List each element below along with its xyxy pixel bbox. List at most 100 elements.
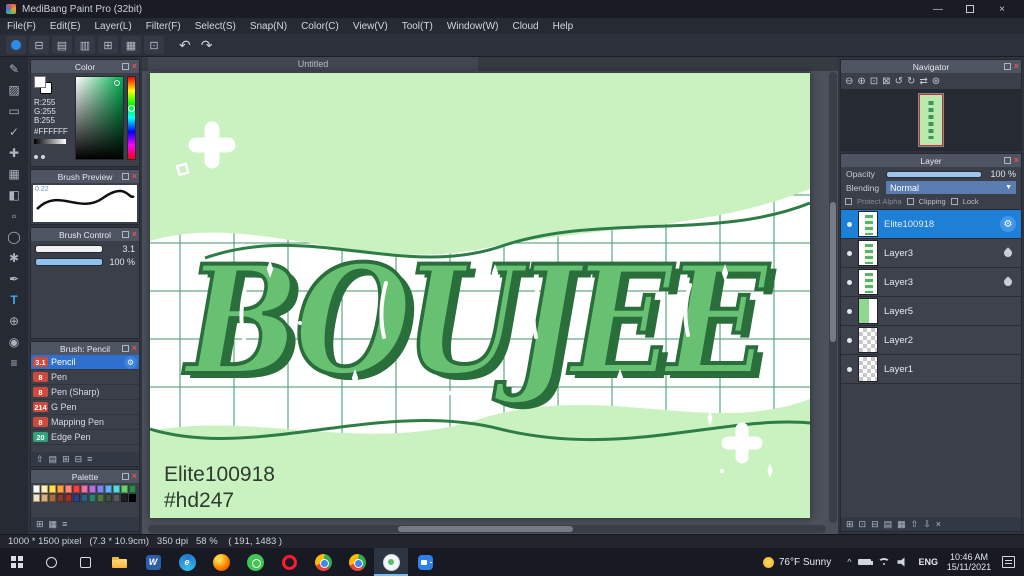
layer-visibility-dot[interactable] xyxy=(847,308,852,314)
menu-color[interactable]: Color(C) xyxy=(294,21,346,32)
canvas-horizontal-scrollbar[interactable] xyxy=(148,525,826,533)
popout-icon[interactable] xyxy=(1003,157,1011,164)
maximize-button[interactable] xyxy=(954,0,986,18)
popout-icon[interactable] xyxy=(121,345,129,352)
palette-swatch[interactable] xyxy=(97,485,104,493)
brush-size-slider[interactable] xyxy=(35,245,103,253)
tool-select[interactable]: ▫ xyxy=(2,206,26,226)
zoom-100-icon[interactable]: ⊠ xyxy=(882,76,890,87)
reset-view-icon[interactable]: ⊛ xyxy=(932,76,940,87)
palette-swatch[interactable] xyxy=(81,494,88,502)
tool-magic-wand[interactable]: ✱ xyxy=(2,248,26,268)
sv-cursor[interactable] xyxy=(114,80,120,86)
menu-snap[interactable]: Snap(N) xyxy=(243,21,294,32)
hue-bar[interactable] xyxy=(127,76,136,160)
menu-select[interactable]: Select(S) xyxy=(188,21,243,32)
menu-edit[interactable]: Edit(E) xyxy=(43,21,88,32)
tool-brush[interactable]: ✎ xyxy=(2,59,26,79)
palette-swatch[interactable] xyxy=(57,485,64,493)
medibang-taskbar-icon[interactable] xyxy=(374,548,408,576)
brush-opacity-slider[interactable] xyxy=(35,258,103,266)
palette-swatch[interactable] xyxy=(129,494,136,502)
start-button[interactable] xyxy=(0,548,34,576)
rotate-left-icon[interactable]: ↺ xyxy=(895,76,903,87)
tool-select-rect[interactable]: ▭ xyxy=(2,101,26,121)
rotate-right-icon[interactable]: ↻ xyxy=(907,76,915,87)
close-icon[interactable]: × xyxy=(1014,62,1019,71)
blending-dropdown[interactable]: Normal ▼ xyxy=(886,181,1016,194)
menu-cloud[interactable]: Cloud xyxy=(505,21,545,32)
palette-swatch[interactable] xyxy=(49,485,56,493)
palette-swatch[interactable] xyxy=(41,485,48,493)
save-icon[interactable]: ⊟ xyxy=(29,36,49,54)
opera-icon[interactable] xyxy=(272,548,306,576)
layer-down-icon[interactable]: ⇩ xyxy=(923,519,931,530)
merge-layer-icon[interactable]: ⊟ xyxy=(871,519,879,530)
menu-window[interactable]: Window(W) xyxy=(440,21,506,32)
chrome-profile2-icon[interactable] xyxy=(340,548,374,576)
popout-icon[interactable] xyxy=(121,473,129,480)
zoom-in-icon[interactable]: ⊕ xyxy=(857,76,865,87)
primary-color-button[interactable] xyxy=(6,36,26,54)
delete-color-icon[interactable]: ▦ xyxy=(49,519,58,530)
palette-swatch[interactable] xyxy=(113,485,120,493)
close-icon[interactable]: × xyxy=(132,62,137,71)
close-icon[interactable]: × xyxy=(1014,156,1019,165)
lock-checkbox[interactable] xyxy=(950,198,958,205)
brush-row[interactable]: 8 Pen ⚙ xyxy=(31,370,139,385)
foreground-color-swatch[interactable] xyxy=(34,76,46,88)
palette-menu-icon[interactable]: ≡ xyxy=(62,519,67,529)
tool-snap[interactable]: ✓ xyxy=(2,122,26,142)
message-icon[interactable]: ▤ xyxy=(52,36,72,54)
layer-visibility-dot[interactable] xyxy=(847,221,852,227)
brush-settings-gear-icon[interactable]: ⚙ xyxy=(124,355,137,369)
canvas-vertical-scrollbar[interactable] xyxy=(829,72,837,523)
layer-visibility-dot[interactable] xyxy=(847,250,852,256)
hue-cursor[interactable] xyxy=(128,105,135,112)
navigator-preview[interactable] xyxy=(841,89,1021,150)
tool-lasso[interactable]: ◯ xyxy=(2,227,26,247)
palette-swatch[interactable] xyxy=(73,494,80,502)
brush-row[interactable]: 214 G Pen ⚙ xyxy=(31,400,139,415)
popout-icon[interactable] xyxy=(121,63,129,70)
add-color-icon[interactable]: ⊞ xyxy=(36,519,44,530)
brush-settings-icon[interactable]: ≡ xyxy=(87,454,92,464)
popout-icon[interactable] xyxy=(121,231,129,238)
palette-swatch[interactable] xyxy=(57,494,64,502)
layer-visibility-dot[interactable] xyxy=(847,337,852,343)
brush-up-icon[interactable]: ⇧ xyxy=(36,454,44,465)
duplicate-layer-icon[interactable]: ⊡ xyxy=(859,519,867,530)
tool-text[interactable]: T xyxy=(2,290,26,310)
popout-icon[interactable] xyxy=(1003,63,1011,70)
battery-icon[interactable] xyxy=(858,559,874,565)
layer-row[interactable]: Layer5 ⚙ xyxy=(841,297,1021,326)
menu-file[interactable]: File(F) xyxy=(0,21,43,32)
popout-icon[interactable] xyxy=(121,173,129,180)
menu-filter[interactable]: Filter(F) xyxy=(139,21,188,32)
firefox-icon[interactable] xyxy=(204,548,238,576)
layer-row[interactable]: Layer2 ⚙ xyxy=(841,326,1021,355)
brush-row[interactable]: 8 Mapping Pen ⚙ xyxy=(31,415,139,430)
palette-swatch[interactable] xyxy=(121,485,128,493)
tool-bucket[interactable]: ▦ xyxy=(2,164,26,184)
palette-swatch[interactable] xyxy=(73,485,80,493)
material-panel-icon[interactable]: ⊡ xyxy=(144,36,164,54)
layer-row[interactable]: Layer3 ⚙ xyxy=(841,239,1021,268)
open-doc-icon[interactable]: ⊞ xyxy=(98,36,118,54)
artwork-canvas[interactable]: BOUJEE BOUJEE Elite100918 #hd247 xyxy=(150,73,810,518)
chrome-icon[interactable] xyxy=(306,548,340,576)
undo-icon[interactable]: ↶ xyxy=(179,37,191,54)
tool-eraser[interactable]: ▨ xyxy=(2,80,26,100)
convert-layer-icon[interactable]: ▦ xyxy=(897,519,906,530)
layer-up-icon[interactable]: ⇧ xyxy=(911,519,919,530)
menu-layer[interactable]: Layer(L) xyxy=(87,21,138,32)
vertical-scroll-thumb[interactable] xyxy=(830,202,836,342)
brush-row[interactable]: 3.1 Pencil ⚙ xyxy=(31,355,139,370)
tool-move[interactable]: ✚ xyxy=(2,143,26,163)
new-doc-icon[interactable]: ▥ xyxy=(75,36,95,54)
task-view-button[interactable] xyxy=(68,548,102,576)
tool-gradient[interactable]: ◧ xyxy=(2,185,26,205)
palette-swatch[interactable] xyxy=(65,485,72,493)
opacity-slider[interactable] xyxy=(886,170,982,178)
layer-row[interactable]: Layer1 ⚙ xyxy=(841,355,1021,384)
